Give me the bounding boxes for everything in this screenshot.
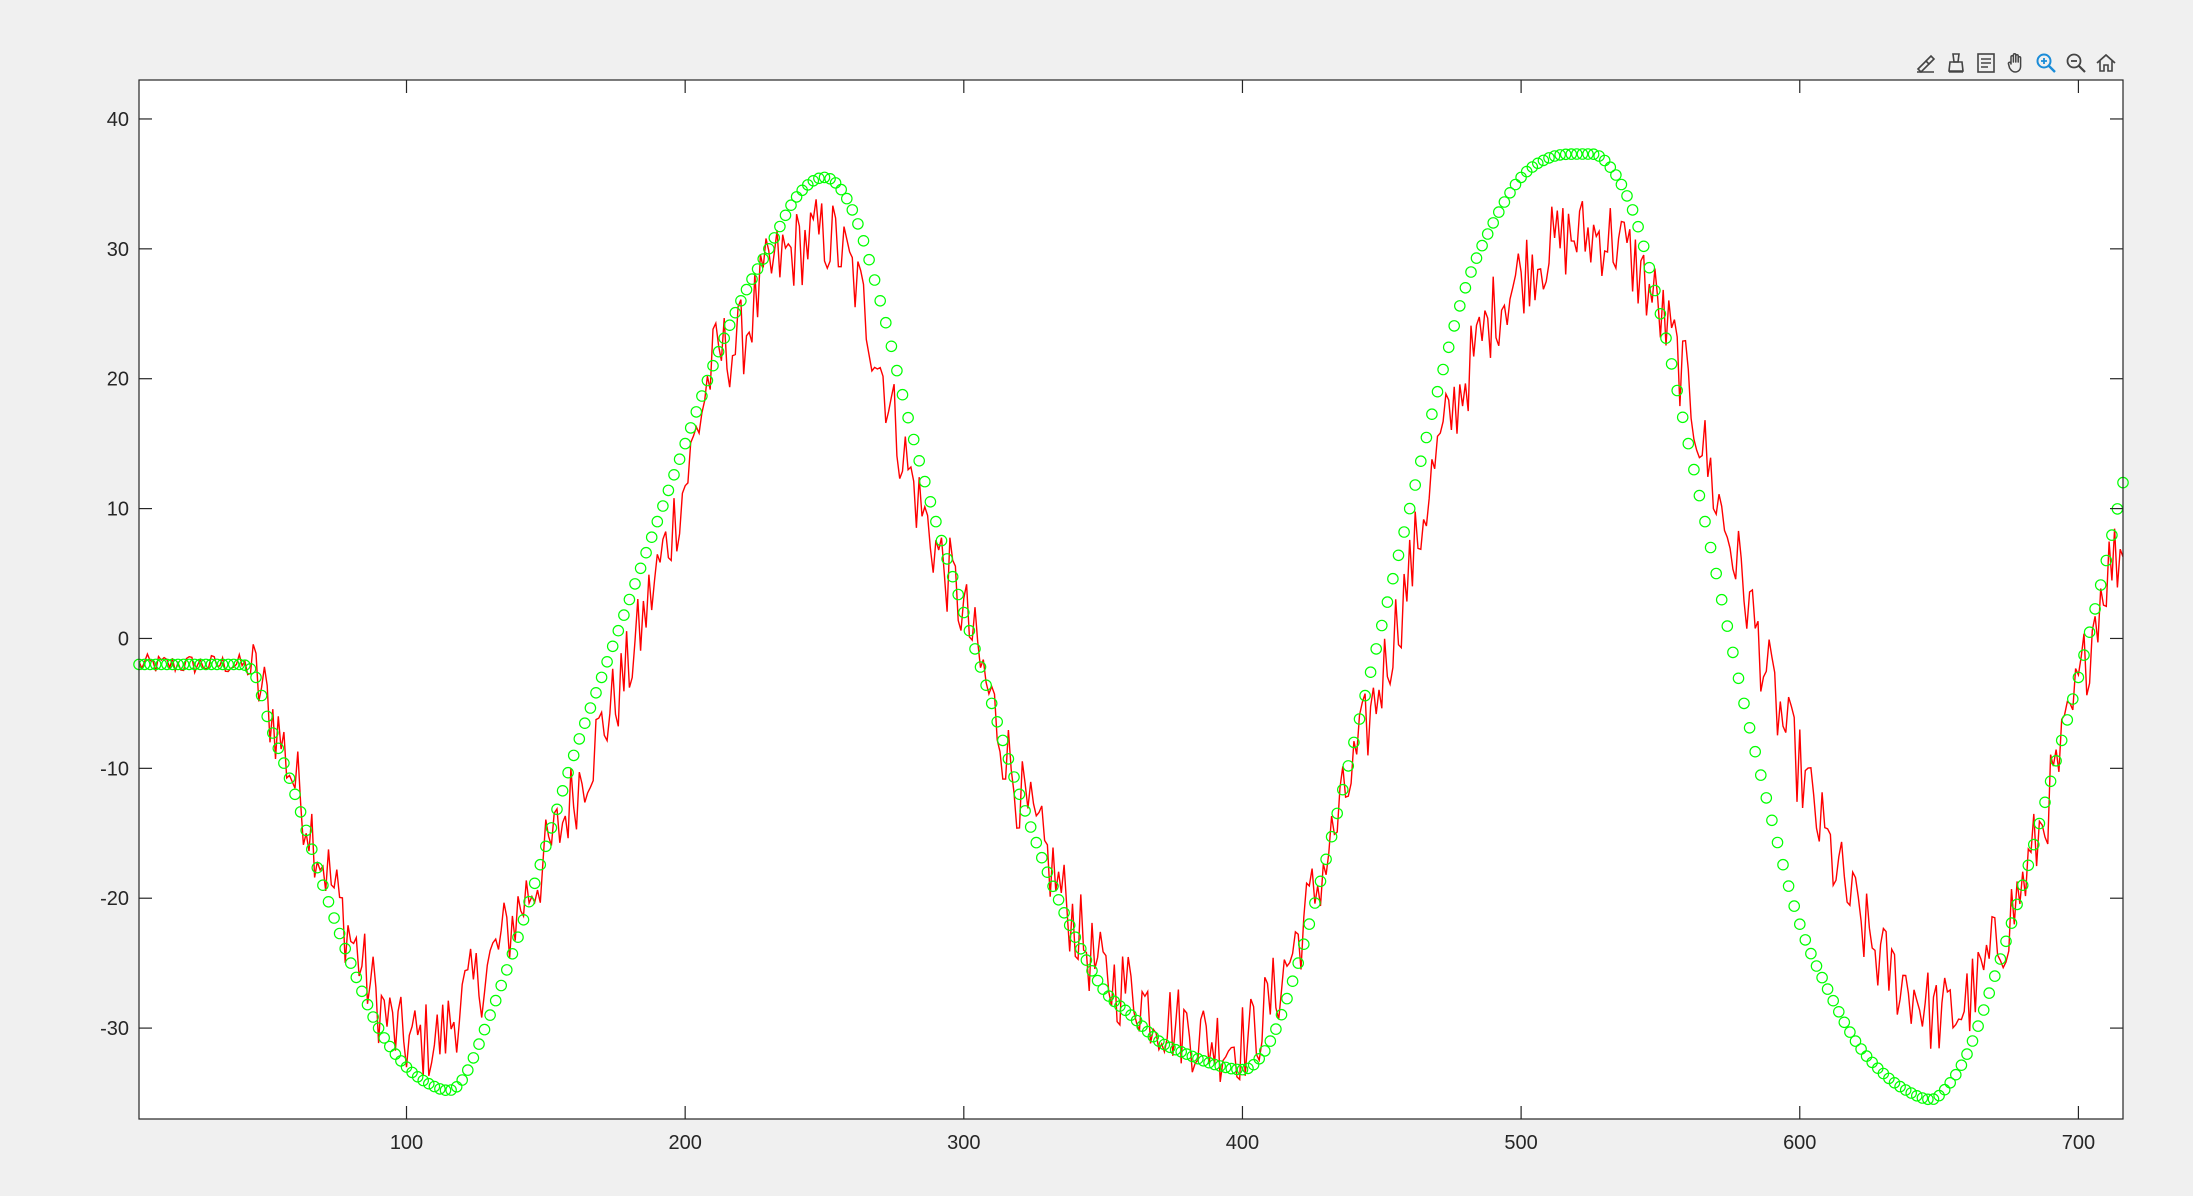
x-tick-label: 200	[668, 1132, 701, 1154]
y-tick-label: -30	[100, 1018, 129, 1040]
x-tick-label: 500	[1504, 1132, 1537, 1154]
x-tick-label: 400	[1226, 1132, 1259, 1154]
x-tick-label: 700	[2062, 1132, 2095, 1154]
y-tick-label: 10	[107, 499, 129, 521]
y-tick-label: 20	[107, 369, 129, 391]
y-tick-label: 0	[118, 628, 129, 650]
y-tick-label: 40	[107, 109, 129, 131]
x-tick-label: 600	[1783, 1132, 1816, 1154]
y-tick-label: -20	[100, 888, 129, 910]
x-tick-label: 300	[947, 1132, 980, 1154]
figure-window: 100 200 300 400 500 600 700 -30 -20 -10 0 10 20 30 40	[0, 0, 2193, 1196]
x-tick-label: 100	[390, 1132, 423, 1154]
y-tick-label: 30	[107, 239, 129, 261]
plot-canvas[interactable]: 100 200 300 400 500 600 700 -30 -20 -10 0 10 20 30 40	[0, 0, 2193, 1196]
axes-background	[139, 80, 2123, 1119]
y-tick-label: -10	[100, 758, 129, 780]
